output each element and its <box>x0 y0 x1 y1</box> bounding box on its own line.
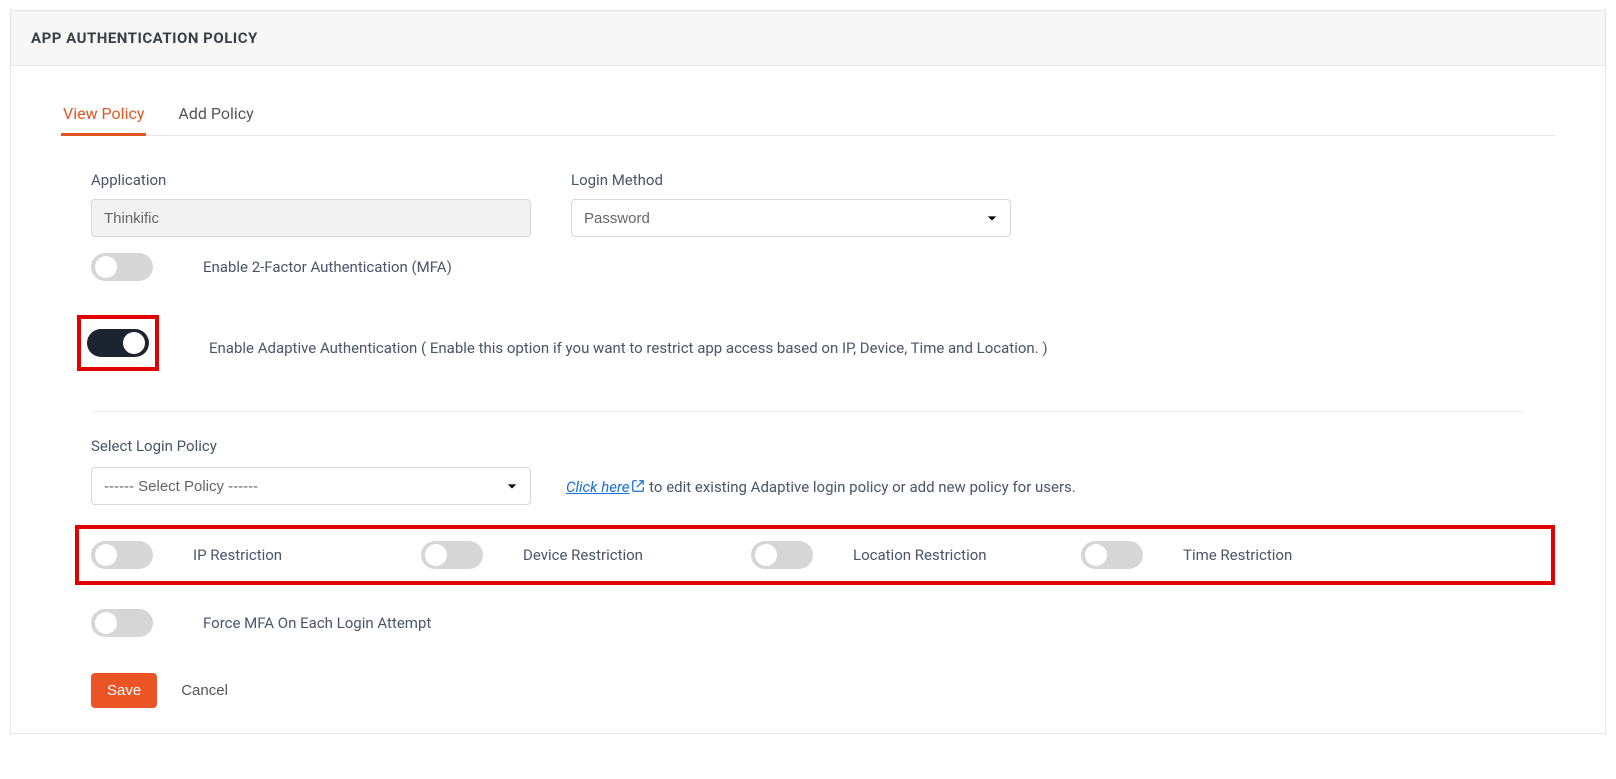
select-policy-label: Select Login Policy <box>61 437 1555 455</box>
policy-row: ------ Select Policy ------ Click here t… <box>61 467 1555 505</box>
policy-help-text: Click here to edit existing Adaptive log… <box>566 478 1076 505</box>
form-row-app-login: Application Login Method Password <box>61 171 1555 237</box>
ip-restriction-item: IP Restriction <box>91 541 381 569</box>
adaptive-toggle-row: Enable Adaptive Authentication ( Enable … <box>61 315 1555 381</box>
application-label: Application <box>91 171 531 189</box>
adaptive-toggle[interactable] <box>87 329 149 357</box>
mfa-toggle-row: Enable 2-Factor Authentication (MFA) <box>61 247 1555 287</box>
force-mfa-row: Force MFA On Each Login Attempt <box>61 603 1555 643</box>
force-mfa-toggle[interactable] <box>91 609 153 637</box>
panel-body: View Policy Add Policy Application Login… <box>11 66 1605 733</box>
separator <box>91 411 1525 412</box>
tab-add-policy[interactable]: Add Policy <box>176 96 255 136</box>
ip-restriction-label: IP Restriction <box>193 546 282 564</box>
tabs: View Policy Add Policy <box>61 96 1555 136</box>
application-input[interactable] <box>91 199 531 237</box>
external-link-icon <box>631 479 645 497</box>
auth-policy-panel: APP AUTHENTICATION POLICY View Policy Ad… <box>10 10 1606 734</box>
time-restriction-item: Time Restriction <box>1081 541 1292 569</box>
login-method-group: Login Method Password <box>571 171 1011 237</box>
adaptive-highlight <box>77 315 159 371</box>
force-mfa-label: Force MFA On Each Login Attempt <box>203 614 431 632</box>
mfa-label: Enable 2-Factor Authentication (MFA) <box>203 258 452 276</box>
time-restriction-toggle[interactable] <box>1081 541 1143 569</box>
click-here-link[interactable]: Click here <box>566 478 645 496</box>
cancel-button[interactable]: Cancel <box>175 681 234 700</box>
save-button[interactable]: Save <box>91 673 157 708</box>
select-policy-select[interactable]: ------ Select Policy ------ <box>91 467 531 505</box>
login-method-select[interactable]: Password <box>571 199 1011 237</box>
tab-view-policy[interactable]: View Policy <box>61 96 146 136</box>
location-restriction-item: Location Restriction <box>751 541 1041 569</box>
device-restriction-label: Device Restriction <box>523 546 643 564</box>
adaptive-label: Enable Adaptive Authentication ( Enable … <box>209 339 1048 357</box>
restriction-highlight: IP Restriction Device Restriction Locati… <box>75 525 1555 585</box>
location-restriction-label: Location Restriction <box>853 546 987 564</box>
ip-restriction-toggle[interactable] <box>91 541 153 569</box>
select-policy-group: ------ Select Policy ------ <box>91 467 531 505</box>
panel-title: APP AUTHENTICATION POLICY <box>11 11 1605 66</box>
device-restriction-item: Device Restriction <box>421 541 711 569</box>
application-group: Application <box>91 171 531 237</box>
button-row: Save Cancel <box>61 673 1555 708</box>
time-restriction-label: Time Restriction <box>1183 546 1292 564</box>
location-restriction-toggle[interactable] <box>751 541 813 569</box>
login-method-label: Login Method <box>571 171 1011 189</box>
mfa-toggle[interactable] <box>91 253 153 281</box>
device-restriction-toggle[interactable] <box>421 541 483 569</box>
restriction-section: IP Restriction Device Restriction Locati… <box>75 525 1555 585</box>
